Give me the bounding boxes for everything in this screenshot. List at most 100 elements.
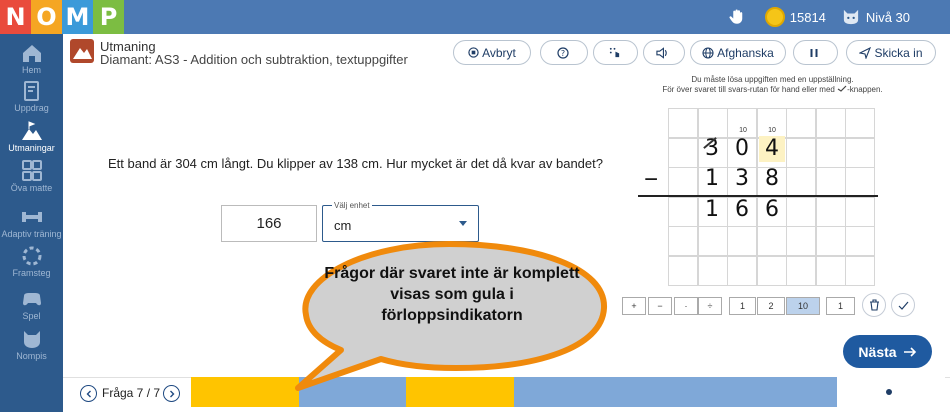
grid-cell[interactable] — [786, 255, 816, 286]
calc-digit: 4 — [765, 136, 779, 161]
calc-digit: 1 — [705, 166, 719, 191]
calc-digit: 8 — [765, 166, 779, 191]
help-button[interactable]: ? — [540, 40, 588, 65]
next-question-button[interactable] — [163, 385, 180, 402]
instruction-line-2: För över svaret till svars-rutan för han… — [662, 85, 835, 94]
sidebar-item-adaptiv-traning[interactable]: Adaptiv träning — [0, 206, 63, 239]
next-button[interactable]: Nästa — [843, 335, 932, 368]
progress-segment-1[interactable] — [191, 377, 299, 407]
pause-button[interactable] — [793, 40, 838, 65]
hand-raise-icon[interactable] — [727, 7, 747, 27]
calc-digit: 0 — [735, 136, 749, 161]
chevron-left-icon — [86, 390, 91, 397]
tool-num-10-button[interactable]: 10 — [786, 297, 820, 315]
sidebar-item-ova-matte[interactable]: Öva matte — [0, 160, 63, 193]
grid-cell[interactable] — [815, 108, 846, 138]
grid-cell[interactable] — [786, 108, 816, 138]
challenge-icon — [70, 39, 94, 63]
grid-cell[interactable] — [845, 255, 875, 286]
document-edit-icon — [23, 81, 39, 101]
question-counter: Fråga 7 / 7 — [102, 386, 161, 400]
pause-icon — [810, 48, 818, 57]
grid-cell[interactable] — [845, 226, 875, 256]
touch-mode-button[interactable] — [593, 40, 638, 65]
answer-input[interactable]: 166 — [221, 205, 317, 242]
sidebar-item-framsteg[interactable]: Framsteg — [0, 245, 63, 278]
grid-cell[interactable] — [668, 137, 698, 168]
grid-cell[interactable] — [668, 196, 698, 227]
current-question-dot — [886, 389, 892, 395]
tool-plus-button[interactable]: + — [622, 297, 646, 315]
progress-segment-5[interactable] — [622, 377, 729, 407]
question-circle-icon: ? — [556, 46, 569, 59]
submit-button[interactable]: Skicka in — [846, 40, 936, 65]
grid-cell[interactable] — [786, 137, 816, 168]
grid-cell[interactable] — [845, 108, 875, 138]
grid-cell[interactable] — [815, 255, 846, 286]
unit-select-value: cm — [334, 218, 352, 233]
grid-cell[interactable] — [815, 137, 846, 168]
carry-mark: 10 — [768, 127, 776, 134]
grid-cell[interactable] — [786, 196, 816, 227]
trash-icon — [869, 299, 879, 311]
sidebar-item-spel[interactable]: Spel — [0, 288, 63, 321]
grid-cell[interactable] — [697, 255, 728, 286]
tool-num-1-button[interactable]: 1 — [729, 297, 756, 315]
progress-circle-icon — [22, 246, 41, 266]
grid-cell[interactable] — [815, 226, 846, 256]
next-label: Nästa — [858, 343, 897, 360]
gamepad-icon — [22, 293, 41, 306]
svg-text:?: ? — [560, 49, 564, 58]
prev-question-button[interactable] — [80, 385, 97, 402]
sidebar-item-label: Adaptiv träning — [1, 229, 62, 239]
progress-segment-6[interactable] — [729, 377, 837, 407]
grid-cell[interactable] — [668, 255, 698, 286]
sidebar-item-label: Uppdrag — [14, 103, 49, 113]
grid-cell[interactable] — [845, 137, 875, 168]
grid-cell[interactable] — [786, 226, 816, 256]
tool-divide-button[interactable]: ÷ — [698, 297, 722, 315]
grid-cell[interactable] — [815, 167, 846, 197]
grid-cell[interactable] — [756, 255, 787, 286]
sidebar-item-hem[interactable]: Hem — [0, 42, 63, 75]
grid-cell[interactable] — [668, 226, 698, 256]
sidebar-item-utmaningar[interactable]: Utmaningar — [0, 120, 63, 153]
tool-multiply-button[interactable]: · — [674, 297, 698, 315]
result-digit: 1 — [705, 197, 719, 222]
sidebar-item-label: Spel — [22, 311, 41, 321]
grid-cell[interactable] — [668, 167, 698, 197]
grid-cell[interactable] — [845, 196, 875, 227]
audio-button[interactable] — [643, 40, 685, 65]
language-button[interactable]: Afghanska — [690, 40, 786, 65]
grid-cell[interactable] — [815, 196, 846, 227]
grid-cell[interactable] — [786, 167, 816, 197]
tool-minus-button[interactable]: − — [648, 297, 672, 315]
grid-cell[interactable] — [756, 226, 787, 256]
grid-cell[interactable] — [697, 226, 728, 256]
tool-strike-button[interactable]: 1 — [826, 297, 855, 315]
logo-letter-m: M — [62, 0, 93, 34]
delete-button[interactable] — [862, 293, 886, 317]
mountain-flag-icon — [21, 121, 42, 140]
confirm-button[interactable] — [891, 293, 915, 317]
grid-cell[interactable] — [845, 167, 875, 197]
grid-cell[interactable] — [697, 108, 728, 138]
speaker-icon — [656, 46, 667, 59]
abort-button[interactable]: Avbryt — [453, 40, 531, 65]
calc-digit: 3 — [735, 166, 749, 191]
logo-letter-n: N — [0, 0, 31, 34]
tool-num-2-button[interactable]: 2 — [757, 297, 785, 315]
sidebar-item-nompis[interactable]: Nompis — [0, 328, 63, 361]
sidebar-item-uppdrag[interactable]: Uppdrag — [0, 80, 63, 113]
grid-cell[interactable] — [668, 108, 698, 138]
dumbbell-icon — [21, 212, 42, 222]
grid-cell[interactable] — [727, 255, 757, 286]
top-right-status: 15814 Nivå 30 — [727, 0, 950, 34]
instruction-line-1: Du måste lösa uppgiften med en uppställn… — [691, 75, 854, 84]
touch-grid-icon — [609, 47, 619, 58]
callout-text: Frågor där svaret inte är komplett visas… — [324, 265, 580, 324]
grid-cell[interactable] — [727, 226, 757, 256]
language-label: Afghanska — [717, 45, 774, 60]
coin-icon — [764, 7, 785, 27]
nomp-logo[interactable]: N O M P — [0, 0, 124, 34]
